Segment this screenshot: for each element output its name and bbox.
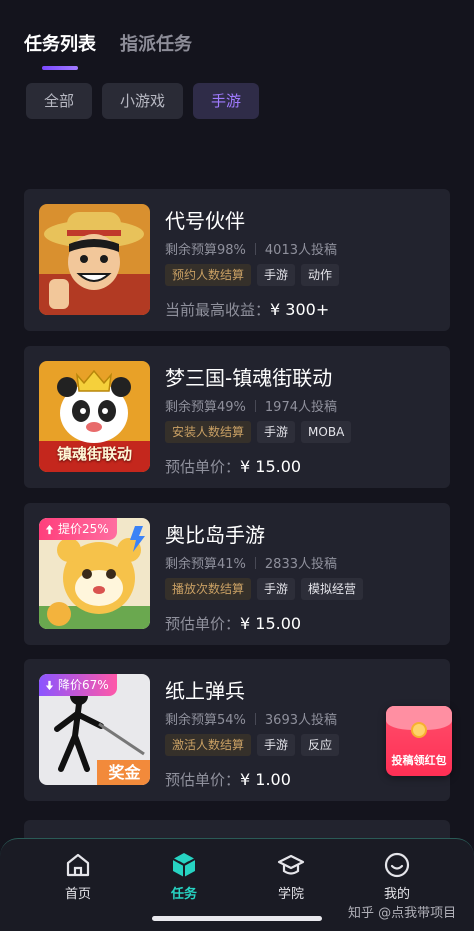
category-tag: 手游: [257, 734, 296, 756]
tab-assigned-tasks[interactable]: 指派任务: [120, 30, 192, 70]
coin-icon: [411, 722, 427, 738]
top-tabs: 任务列表 指派任务: [24, 30, 192, 70]
price-line: 预估单价：¥ 15.00: [165, 613, 301, 634]
budget-remaining: 剩余预算41%: [165, 557, 246, 572]
price-value: ¥ 300+: [270, 300, 330, 319]
task-card[interactable]: 代号伙伴 剩余预算98% 4013人投稿 预约人数结算 手游 动作 当前最高收益…: [24, 189, 450, 331]
filter-mini-games[interactable]: 小游戏: [102, 83, 184, 119]
price-label: 预估单价：: [165, 615, 241, 633]
budget-remaining: 剩余预算49%: [165, 400, 246, 415]
meta-divider: [254, 242, 256, 255]
price-label: 预估单价：: [165, 771, 241, 789]
game-thumbnail: 镇魂街联动: [39, 361, 150, 472]
badge-label: 提价25%: [58, 522, 109, 536]
price-line: 当前最高收益：¥ 300+: [165, 299, 329, 320]
settlement-tag: 安装人数结算: [165, 421, 252, 443]
nav-tasks[interactable]: 任务: [149, 851, 219, 902]
filter-mobile-games[interactable]: 手游: [193, 83, 260, 119]
budget-remaining: 剩余预算54%: [165, 713, 246, 728]
genre-tag: 动作: [301, 264, 340, 286]
category-tag: 手游: [257, 578, 296, 600]
price-line: 预估单价：¥ 1.00: [165, 769, 291, 790]
red-packet-button[interactable]: 投稿领红包: [386, 706, 452, 776]
nav-academy[interactable]: 学院: [256, 851, 326, 902]
settlement-tag: 播放次数结算: [165, 578, 252, 600]
nav-profile[interactable]: 我的: [362, 851, 432, 902]
task-title: 奥比岛手游: [165, 523, 265, 547]
settlement-tag: 预约人数结算: [165, 264, 252, 286]
meta-divider: [254, 399, 256, 412]
task-title: 梦三国-镇魂街联动: [165, 366, 333, 390]
game-thumbnail: [39, 204, 150, 315]
price-increase-badge: 提价25%: [39, 518, 117, 540]
genre-tag: MOBA: [301, 421, 352, 443]
thumbnail-caption: 奖金: [108, 763, 141, 782]
genre-tag: 反应: [301, 734, 340, 756]
badge-label: 降价67%: [58, 678, 109, 692]
meta-divider: [254, 712, 256, 725]
category-filters: 全部 小游戏 手游: [26, 83, 260, 119]
arrow-up-icon: [45, 524, 54, 534]
task-title: 代号伙伴: [165, 209, 245, 233]
nav-tasks-label: 任务: [170, 887, 197, 902]
price-decrease-badge: 降价67%: [39, 674, 117, 696]
task-meta: 剩余预算49% 1974人投稿: [165, 396, 337, 415]
task-tags: 播放次数结算 手游 模拟经营: [165, 578, 364, 600]
price-label: 预估单价：: [165, 458, 241, 476]
task-meta: 剩余预算54% 3693人投稿: [165, 709, 337, 728]
genre-tag: 模拟经营: [301, 578, 364, 600]
submission-count: 3693人投稿: [264, 713, 337, 728]
category-tag: 手游: [257, 421, 296, 443]
task-tags: 激活人数结算 手游 反应: [165, 734, 340, 756]
task-card[interactable]: 提价25% 奥比岛手游 剩余预算41% 2833人投稿 播放次数结算 手游 模拟…: [24, 503, 450, 645]
price-value: ¥ 15.00: [240, 614, 302, 633]
tab-assigned-tasks-label: 指派任务: [120, 34, 192, 55]
home-icon: [66, 853, 90, 877]
task-title: 纸上弹兵: [165, 679, 245, 703]
submission-count: 1974人投稿: [264, 400, 337, 415]
nav-home[interactable]: 首页: [43, 851, 113, 902]
budget-remaining: 剩余预算98%: [165, 243, 246, 258]
cube-icon: [172, 853, 196, 877]
category-tag: 手游: [257, 264, 296, 286]
submission-count: 4013人投稿: [264, 243, 337, 258]
active-tab-indicator: [42, 66, 78, 70]
nav-academy-label: 学院: [277, 887, 304, 902]
game-thumbnail: 提价25%: [39, 518, 150, 629]
arrow-down-icon: [45, 680, 54, 690]
nav-home-label: 首页: [64, 887, 91, 902]
task-meta: 剩余预算41% 2833人投稿: [165, 553, 337, 572]
nav-profile-label: 我的: [383, 887, 410, 902]
task-meta: 剩余预算98% 4013人投稿: [165, 239, 337, 258]
meta-divider: [254, 556, 256, 569]
tab-task-list-label: 任务列表: [24, 34, 96, 55]
task-tags: 预约人数结算 手游 动作: [165, 264, 340, 286]
task-tags: 安装人数结算 手游 MOBA: [165, 421, 352, 443]
filter-all[interactable]: 全部: [26, 83, 93, 119]
price-line: 预估单价：¥ 15.00: [165, 456, 301, 477]
graduation-cap-icon: [277, 854, 305, 875]
tab-task-list[interactable]: 任务列表: [24, 30, 96, 70]
price-value: ¥ 1.00: [240, 770, 291, 789]
home-indicator: [152, 916, 322, 921]
game-thumbnail: 奖金 降价67%: [39, 674, 150, 785]
thumbnail-caption: 镇魂街联动: [56, 445, 132, 463]
price-label: 当前最高收益：: [165, 301, 271, 319]
task-card[interactable]: 镇魂街联动 梦三国-镇魂街联动 剩余预算49% 1974人投稿 安装人数结算 手…: [24, 346, 450, 488]
smile-icon: [384, 852, 410, 878]
watermark: 知乎 @点我带项目: [348, 906, 457, 921]
settlement-tag: 激活人数结算: [165, 734, 252, 756]
price-value: ¥ 15.00: [240, 457, 302, 476]
submission-count: 2833人投稿: [264, 557, 337, 572]
red-packet-label: 投稿领红包: [391, 754, 447, 767]
